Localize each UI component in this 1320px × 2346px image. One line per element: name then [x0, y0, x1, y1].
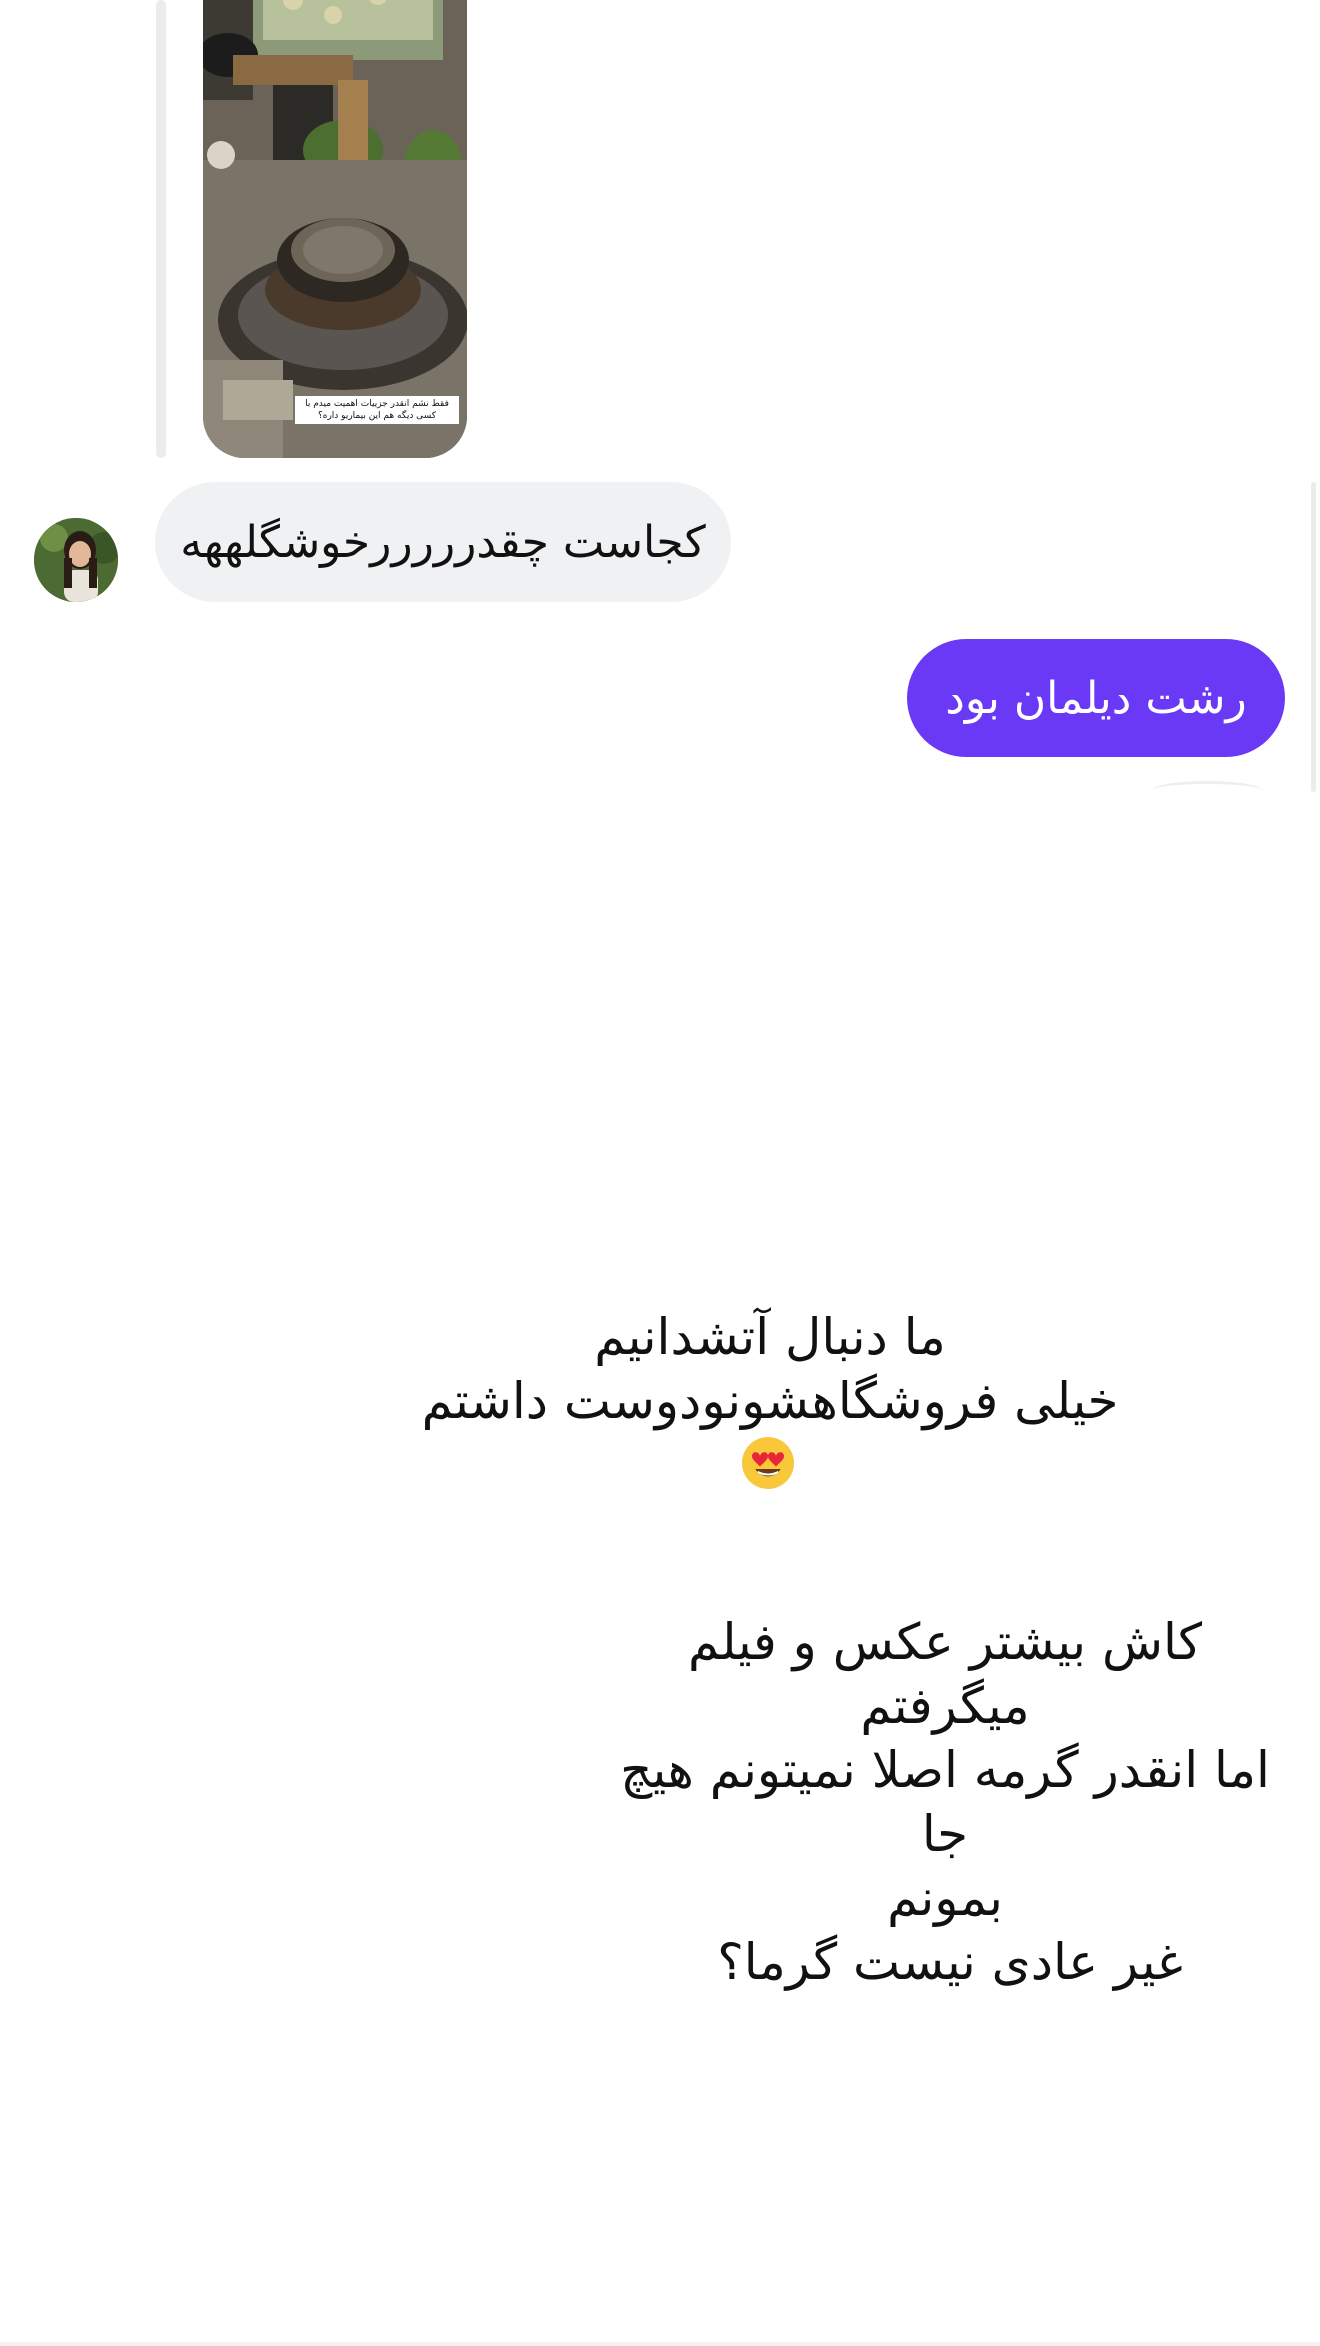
outgoing-message-bubble[interactable]: رشت دیلمان بود [907, 639, 1285, 757]
scroll-indicator [1311, 482, 1316, 792]
sender-avatar[interactable] [34, 518, 118, 602]
story-text-line: ما دنبال آتشدانیم [594, 1308, 946, 1366]
incoming-message-bubble[interactable]: کجاست چقدرررررخوشگلههه [155, 482, 731, 602]
bubble-shadow [1152, 781, 1262, 800]
story-text-line: کاش بیشتر عکس و فیلم میگرفتم [687, 1613, 1203, 1735]
story-text-block-3: غیر عادی نیست گرما؟ [700, 1930, 1200, 1994]
story-photo [203, 0, 467, 458]
story-reply-quote-bar [156, 0, 166, 458]
story-text-line: اما انقدر گرمه اصلا نمیتونم هیچ جا [620, 1741, 1270, 1863]
composer-divider [0, 2342, 1320, 2346]
story-text-block-2: کاش بیشتر عکس و فیلم میگرفتم اما انقدر گ… [600, 1610, 1290, 1930]
heart-eyes-emoji-icon [742, 1437, 794, 1489]
story-text-line: بمونم [887, 1869, 1003, 1927]
story-text-block-1: ما دنبال آتشدانیم خیلی فروشگاهشونودوست د… [420, 1305, 1120, 1497]
outgoing-message-text: رشت دیلمان بود [945, 672, 1247, 724]
incoming-message-text: کجاست چقدرررررخوشگلههه [180, 516, 706, 568]
shared-story-thumbnail[interactable]: فقط نشم انقدر جزییات اهمیت میدم با کسی د… [203, 0, 467, 458]
story-text-line-with-emoji: خیلی فروشگاهشونودوست داشتم [420, 1369, 1120, 1497]
avatar-photo [34, 518, 118, 602]
story-thumbnail-caption: فقط نشم انقدر جزییات اهمیت میدم با کسی د… [295, 396, 459, 424]
story-text-line: غیر عادی نیست گرما؟ [717, 1933, 1183, 1991]
